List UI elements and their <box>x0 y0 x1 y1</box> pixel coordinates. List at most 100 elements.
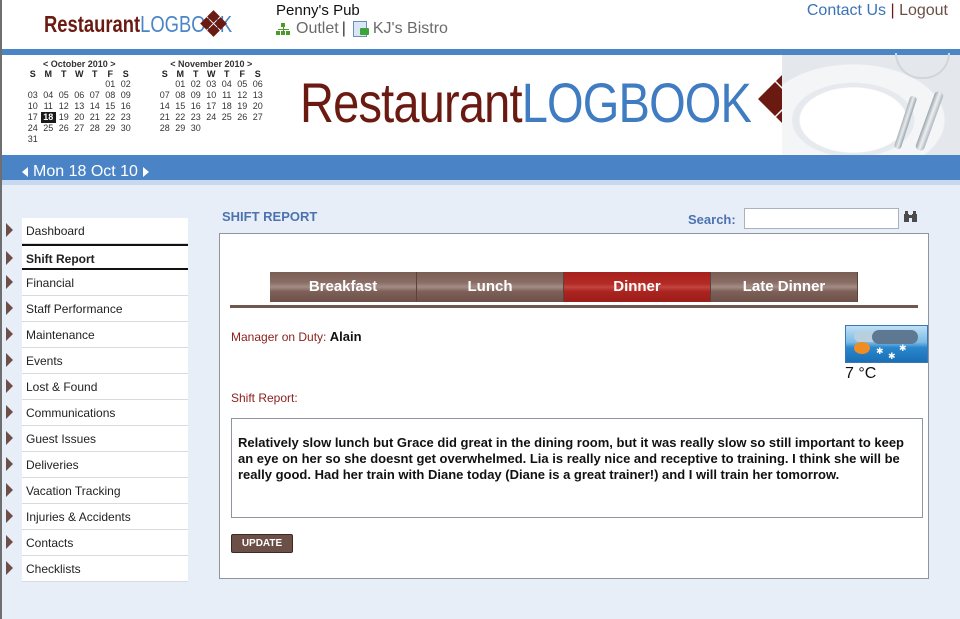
next-day-icon[interactable] <box>142 167 149 177</box>
calendar-day[interactable]: 17 <box>25 112 41 123</box>
calendar-day[interactable]: 16 <box>188 101 204 112</box>
calendar-day[interactable]: 19 <box>235 101 251 112</box>
calendar-day[interactable]: 14 <box>87 101 103 112</box>
sidebar-item-contacts[interactable]: Contacts <box>6 530 188 556</box>
calendar-day[interactable]: 03 <box>25 90 41 101</box>
calendar-day[interactable]: 29 <box>173 123 189 134</box>
calendar-day[interactable]: 21 <box>87 112 103 123</box>
calendar-day[interactable]: 01 <box>173 79 189 90</box>
calendar-day[interactable]: 27 <box>250 112 266 123</box>
calendar-day[interactable]: 24 <box>204 112 220 123</box>
sidebar-item-vacation-tracking[interactable]: Vacation Tracking <box>6 478 188 504</box>
header-logo[interactable]: RestaurantLOGBOOK <box>44 9 232 39</box>
calendar-day[interactable]: 18 <box>40 112 56 123</box>
outlet-link[interactable]: Outlet <box>296 19 339 39</box>
calendar-day[interactable]: 16 <box>118 101 134 112</box>
calendar-day[interactable]: 26 <box>235 112 251 123</box>
calendar-day[interactable]: 10 <box>204 90 220 101</box>
calendar-day[interactable]: 07 <box>157 90 173 101</box>
sidebar-item-checklists[interactable]: Checklists <box>6 556 188 582</box>
calendar-day[interactable]: 09 <box>118 90 134 101</box>
calendar-day[interactable]: 10 <box>25 101 41 112</box>
sidebar-item-communications[interactable]: Communications <box>6 400 188 426</box>
sidebar-item-label: Guest Issues <box>26 432 97 446</box>
shift-report-text[interactable]: Relatively slow lunch but Grace did grea… <box>231 418 923 518</box>
calendar-day[interactable]: 12 <box>56 101 72 112</box>
calendar-day[interactable]: 18 <box>219 101 235 112</box>
calendar-day[interactable]: 13 <box>72 101 88 112</box>
tab-lunch[interactable]: Lunch <box>417 272 564 302</box>
calendar-day[interactable]: 29 <box>103 123 119 134</box>
contact-us-link[interactable]: Contact Us <box>807 2 886 19</box>
calendar-day[interactable]: 30 <box>118 123 134 134</box>
tab-dinner[interactable]: Dinner <box>564 272 711 302</box>
calendar-day[interactable]: 24 <box>25 123 41 134</box>
calendar-day[interactable]: 05 <box>235 79 251 90</box>
binoculars-search-icon[interactable] <box>904 211 917 222</box>
calendar-day[interactable]: 08 <box>103 90 119 101</box>
calendar-day[interactable]: 06 <box>72 90 88 101</box>
logout-link[interactable]: Logout <box>899 2 948 19</box>
calendar-empty-cell <box>219 123 235 134</box>
sidebar-item-financial[interactable]: Financial <box>6 270 188 296</box>
calendar-day[interactable]: 23 <box>118 112 134 123</box>
calendar-day[interactable]: 26 <box>56 123 72 134</box>
previous-day-icon[interactable] <box>22 167 28 177</box>
calendar-day[interactable]: 23 <box>188 112 204 123</box>
calendar-day[interactable]: 02 <box>118 79 134 90</box>
calendar-day[interactable]: 20 <box>72 112 88 123</box>
arrow-right-icon <box>6 457 13 471</box>
calendar-title[interactable]: < October 2010 > <box>25 59 134 69</box>
date-bar: Mon 18 Oct 10 <box>2 155 960 185</box>
calendar-day[interactable]: 28 <box>87 123 103 134</box>
calendar-day[interactable]: 04 <box>41 90 57 101</box>
calendar-day[interactable]: 09 <box>188 90 204 101</box>
calendar-day[interactable]: 19 <box>56 112 72 123</box>
other-outlet-link[interactable]: KJ's Bistro <box>373 19 448 39</box>
calendar-day[interactable]: 25 <box>219 112 235 123</box>
sidebar-item-guest-issues[interactable]: Guest Issues <box>6 426 188 452</box>
calendar-day[interactable]: 06 <box>250 79 266 90</box>
update-button[interactable]: UPDATE <box>231 534 293 553</box>
calendar-day[interactable]: 25 <box>41 123 57 134</box>
calendar-day[interactable]: 04 <box>219 79 235 90</box>
sidebar-item-lost-found[interactable]: Lost & Found <box>6 374 188 400</box>
calendar-day[interactable]: 15 <box>103 101 119 112</box>
sidebar-item-staff-performance[interactable]: Staff Performance <box>6 296 188 322</box>
calendar-day[interactable]: 12 <box>235 90 251 101</box>
calendar-day[interactable]: 08 <box>173 90 189 101</box>
calendar-day[interactable]: 30 <box>188 123 204 134</box>
arrow-right-icon <box>6 509 13 523</box>
sidebar-item-deliveries[interactable]: Deliveries <box>6 452 188 478</box>
calendar-day[interactable]: 21 <box>157 112 173 123</box>
outlet-tree-icon <box>276 22 291 36</box>
calendar-day[interactable]: 28 <box>157 123 173 134</box>
calendar-day[interactable]: 02 <box>188 79 204 90</box>
calendar-day[interactable]: 13 <box>250 90 266 101</box>
sidebar-item-maintenance[interactable]: Maintenance <box>6 322 188 348</box>
calendar-day[interactable]: 03 <box>204 79 220 90</box>
manager-on-duty: Manager on Duty: Alain <box>231 329 362 344</box>
calendar-day[interactable]: 07 <box>87 90 103 101</box>
tab-late-dinner[interactable]: Late Dinner <box>711 272 858 302</box>
calendar-day[interactable]: 05 <box>56 90 72 101</box>
weekday-header: M <box>44 69 53 79</box>
sidebar-item-shift-report[interactable]: Shift Report <box>6 244 188 270</box>
calendar-day[interactable]: 31 <box>25 134 41 145</box>
calendar-title[interactable]: < November 2010 > <box>157 59 266 69</box>
calendar-day[interactable]: 15 <box>173 101 189 112</box>
calendar-day[interactable]: 22 <box>103 112 119 123</box>
calendar-day[interactable]: 14 <box>157 101 173 112</box>
calendar-day[interactable]: 11 <box>41 101 57 112</box>
calendar-day[interactable]: 22 <box>173 112 189 123</box>
tab-breakfast[interactable]: Breakfast <box>270 272 417 302</box>
search-input[interactable] <box>744 208 899 229</box>
calendar-day[interactable]: 17 <box>204 101 220 112</box>
calendar-day[interactable]: 20 <box>250 101 266 112</box>
calendar-day[interactable]: 27 <box>72 123 88 134</box>
calendar-day[interactable]: 11 <box>219 90 235 101</box>
sidebar-item-injuries-accidents[interactable]: Injuries & Accidents <box>6 504 188 530</box>
sidebar-item-dashboard[interactable]: Dashboard <box>6 218 188 244</box>
calendar-day[interactable]: 01 <box>103 79 119 90</box>
sidebar-item-events[interactable]: Events <box>6 348 188 374</box>
